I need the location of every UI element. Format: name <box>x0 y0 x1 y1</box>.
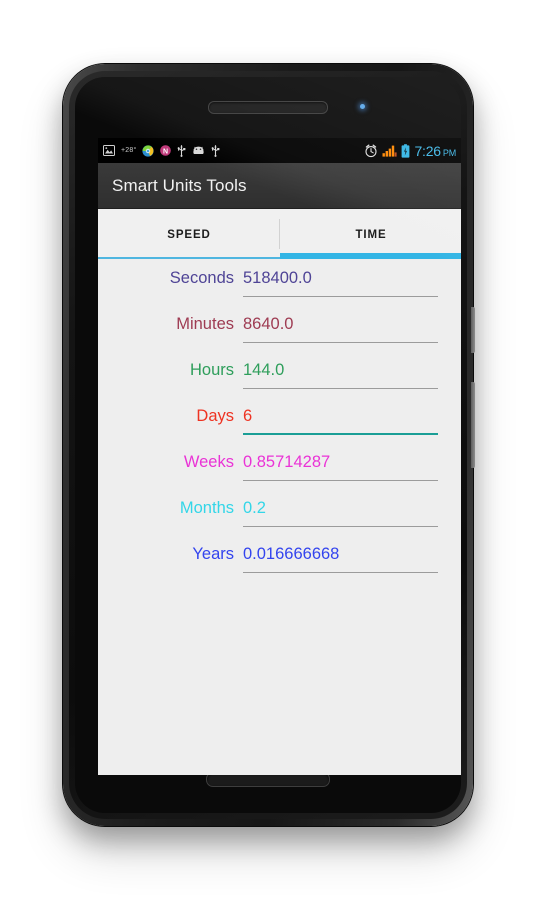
row-years-underline <box>243 572 438 573</box>
row-minutes-input[interactable]: 8640.0 <box>243 311 438 343</box>
row-years-input[interactable]: 0.016666668 <box>243 541 438 573</box>
row-seconds-label: Seconds <box>169 269 234 287</box>
time-conversion-list: Seconds 518400.0 Minutes 8640.0 Hours 144.0 Da… <box>98 259 461 587</box>
row-months-input[interactable]: 0.2 <box>243 495 438 527</box>
tab-speed[interactable]: SPEED <box>98 210 280 259</box>
clock-ampm: PM <box>442 147 456 158</box>
earpiece-speaker-icon <box>208 101 328 114</box>
row-seconds[interactable]: Seconds 518400.0 <box>98 265 461 311</box>
row-weeks-underline <box>243 480 438 481</box>
row-weeks-value: 0.85714287 <box>243 453 331 471</box>
row-minutes-label: Minutes <box>176 315 234 333</box>
row-weeks-input[interactable]: 0.85714287 <box>243 449 438 481</box>
row-months-value: 0.2 <box>243 499 266 517</box>
usb-connected-icon <box>211 144 220 157</box>
phone-glass: +28° N 7:26 PM Smart Units Tools SPEED T… <box>75 77 461 813</box>
status-bar-clock: 7:26 PM <box>414 143 456 159</box>
tab-speed-label: SPEED <box>167 228 211 241</box>
row-years[interactable]: Years 0.016666668 <box>98 541 461 587</box>
row-minutes[interactable]: Minutes 8640.0 <box>98 311 461 357</box>
status-bar-notifications: +28° N <box>103 144 220 157</box>
status-bar: +28° N 7:26 PM <box>98 138 461 163</box>
row-months-label: Months <box>179 499 234 517</box>
volume-rocker-button[interactable] <box>471 382 475 468</box>
tab-bar: SPEED TIME <box>98 210 461 259</box>
row-seconds-underline <box>243 296 438 297</box>
row-seconds-value: 518400.0 <box>243 269 312 287</box>
row-days-value: 6 <box>243 407 253 425</box>
browser-icon <box>142 144 155 157</box>
row-hours-label: Hours <box>189 361 234 379</box>
action-bar: Smart Units Tools <box>98 163 461 209</box>
tab-time-label: TIME <box>355 228 387 241</box>
svg-text:N: N <box>163 148 168 155</box>
row-days[interactable]: Days 6 <box>98 403 461 449</box>
page-title: Smart Units Tools <box>112 175 247 195</box>
android-system-icon <box>192 146 205 155</box>
row-hours-underline <box>243 388 438 389</box>
row-weeks[interactable]: Weeks 0.85714287 <box>98 449 461 495</box>
weather-temperature-indicator: +28° <box>121 147 137 154</box>
row-days-label: Days <box>196 407 234 425</box>
row-hours-input[interactable]: 144.0 <box>243 357 438 389</box>
phone-screen: +28° N 7:26 PM Smart Units Tools SPEED T… <box>98 138 461 775</box>
status-bar-system: 7:26 PM <box>364 143 457 159</box>
notification-led-icon <box>360 104 365 109</box>
row-days-input[interactable]: 6 <box>243 403 438 435</box>
phone-device-frame: +28° N 7:26 PM Smart Units Tools SPEED T… <box>63 64 475 826</box>
row-minutes-underline <box>243 342 438 343</box>
row-hours-value: 144.0 <box>243 361 285 379</box>
power-button[interactable] <box>471 307 475 353</box>
screenshot-icon <box>103 145 115 156</box>
row-years-value: 0.016666668 <box>243 545 340 563</box>
row-years-label: Years <box>192 545 234 563</box>
usb-debugging-icon <box>177 144 186 157</box>
row-months-underline <box>243 526 438 527</box>
clock-time: 7:26 <box>414 142 441 159</box>
row-seconds-input[interactable]: 518400.0 <box>243 265 438 297</box>
row-hours[interactable]: Hours 144.0 <box>98 357 461 403</box>
signal-strength-icon <box>382 144 398 157</box>
row-days-underline <box>243 433 438 435</box>
battery-icon <box>401 143 410 158</box>
notes-app-icon: N <box>160 145 172 156</box>
alarm-icon <box>364 144 378 158</box>
row-minutes-value: 8640.0 <box>243 315 294 333</box>
row-months[interactable]: Months 0.2 <box>98 495 461 541</box>
row-weeks-label: Weeks <box>183 453 234 471</box>
tab-time[interactable]: TIME <box>280 210 461 259</box>
